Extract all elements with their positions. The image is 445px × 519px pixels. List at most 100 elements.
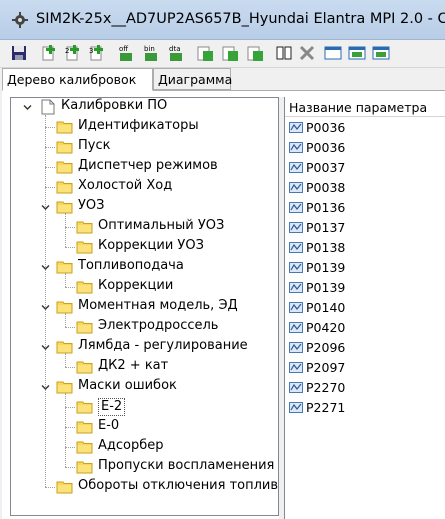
tree-node-label[interactable]: Топливоподача: [78, 258, 184, 273]
parameter-mask-icon: [289, 322, 303, 333]
parameter-mask-icon: [289, 222, 303, 233]
parameter-row[interactable]: P2271: [287, 399, 445, 417]
parameter-row[interactable]: P0037: [287, 159, 445, 177]
data-icon[interactable]: dta: [167, 44, 185, 62]
expand-toggle-8[interactable]: [40, 262, 51, 273]
title-bar: SIM2K-25x__AD7UP2AS657B_Hyundai Elantra …: [0, 0, 445, 40]
expand-toggle-10[interactable]: [40, 302, 51, 313]
calibration-tree[interactable]: Калибровки ПО Идентификаторы Пуск Диспетчер…: [10, 97, 279, 516]
expand-toggle-root[interactable]: [22, 102, 33, 113]
expand-toggle-14[interactable]: [40, 382, 51, 393]
parameter-row[interactable]: P0137: [287, 219, 445, 237]
toolbar-bin-label: bin: [144, 45, 155, 53]
green-copy-1-icon[interactable]: [196, 44, 214, 62]
parameter-mask-icon: [289, 182, 303, 193]
close-gray-icon[interactable]: [298, 44, 316, 62]
parameter-row[interactable]: P0140: [287, 299, 445, 317]
tree-node-label[interactable]: УОЗ: [78, 198, 105, 213]
tab-diagram[interactable]: Диаграмма: [153, 68, 232, 90]
tree-node-label[interactable]: Холостой Ход: [78, 178, 172, 193]
tree-node-label[interactable]: Обороты отключения топлива: [78, 478, 278, 493]
tree-node-label[interactable]: Электродроссель: [98, 318, 218, 333]
folder-icon: [76, 441, 93, 454]
folder-icon: [56, 161, 73, 174]
tree-node-label[interactable]: Диспетчер режимов: [78, 158, 218, 173]
binary-icon[interactable]: bin: [142, 44, 160, 62]
parameter-name: P0138: [306, 240, 346, 255]
tree-connector: [65, 407, 75, 408]
offset-icon[interactable]: off: [117, 44, 135, 62]
green-copy-2-icon[interactable]: [221, 44, 239, 62]
add-green-icon[interactable]: [40, 44, 58, 62]
tree-connector: [65, 327, 75, 328]
tree-node-label[interactable]: Оптимальный УОЗ: [98, 218, 224, 233]
tree-connector: [65, 393, 66, 467]
parameter-mask-icon: [289, 362, 303, 373]
folder-icon: [56, 301, 73, 314]
tree-connector: [65, 227, 75, 228]
tree-connector: [45, 115, 46, 487]
parameter-name: P2096: [306, 340, 346, 355]
tree-node-label[interactable]: Пропуски воспламенения: [98, 458, 274, 473]
compare-icon[interactable]: [275, 44, 293, 62]
add-green-2-icon[interactable]: 2: [64, 44, 82, 62]
toolbar-off-label: off: [119, 45, 128, 53]
parameter-row[interactable]: P0139: [287, 279, 445, 297]
tree-connector: [65, 313, 66, 327]
green-copy-3-icon[interactable]: [246, 44, 264, 62]
parameter-row[interactable]: P0138: [287, 239, 445, 257]
tree-node-label[interactable]: Адсорбер: [98, 438, 164, 453]
parameter-mask-icon: [289, 402, 303, 413]
parameter-mask-icon: [289, 262, 303, 273]
tree-node-root-label[interactable]: Калибровки ПО: [61, 98, 167, 113]
parameter-row[interactable]: P0036: [287, 139, 445, 157]
tree-node-label[interactable]: E-0: [98, 418, 119, 433]
parameter-row[interactable]: P0136: [287, 199, 445, 217]
parameter-name: P0037: [306, 160, 346, 175]
parameter-name: P0139: [306, 280, 346, 295]
tab-calibration-tree[interactable]: Дерево калибровок: [2, 68, 153, 91]
add-green-3-icon[interactable]: 3: [88, 44, 106, 62]
tree-node-label[interactable]: Коррекции УОЗ: [98, 238, 204, 253]
column-header-parameter-name[interactable]: Название параметра: [285, 97, 445, 117]
parameter-row[interactable]: P0038: [287, 179, 445, 197]
tree-connector: [45, 487, 55, 488]
tree-node-label[interactable]: ДК2 + кат: [98, 358, 168, 373]
tree-node-label[interactable]: Коррекции: [98, 278, 173, 293]
tree-connector: [65, 467, 75, 468]
window-2-icon[interactable]: [348, 44, 366, 62]
parameter-name: P2097: [306, 360, 346, 375]
window-3-icon[interactable]: [372, 44, 390, 62]
parameter-row[interactable]: P2096: [287, 339, 445, 357]
tree-connector: [65, 447, 75, 448]
toolbar-number-label: 2: [65, 47, 69, 55]
tree-node-label[interactable]: Моментная модель, ЭД: [78, 298, 238, 313]
parameter-name: P0038: [306, 180, 346, 195]
folder-icon: [76, 401, 93, 414]
folder-icon: [56, 141, 73, 154]
tree-connector: [65, 353, 66, 367]
tree-node-label[interactable]: Пуск: [78, 138, 110, 153]
tree-connector: [65, 427, 75, 428]
window-1-icon[interactable]: [324, 44, 342, 62]
parameter-mask-icon: [289, 282, 303, 293]
tree-node-label[interactable]: Идентификаторы: [78, 118, 199, 133]
parameter-name: P0036: [306, 120, 346, 135]
toolbar-number-label: 3: [89, 47, 93, 55]
expand-toggle-5[interactable]: [40, 202, 51, 213]
parameter-row[interactable]: P2097: [287, 359, 445, 377]
folder-icon: [56, 381, 73, 394]
document-icon: [41, 99, 55, 115]
tree-node-label[interactable]: Лямбда - регулирование: [78, 338, 248, 353]
parameter-row[interactable]: P0139: [287, 259, 445, 277]
tree-node-label[interactable]: Маски ошибок: [78, 378, 177, 393]
parameter-row[interactable]: P0036: [287, 119, 445, 137]
folder-icon: [56, 261, 73, 274]
parameter-row[interactable]: P0420: [287, 319, 445, 337]
expand-toggle-12[interactable]: [40, 342, 51, 353]
parameter-mask-icon: [289, 202, 303, 213]
save-icon[interactable]: [10, 44, 28, 62]
toolbar: 2 3 off bin dta: [0, 40, 445, 68]
parameter-row[interactable]: P2270: [287, 379, 445, 397]
tree-node-label-selected[interactable]: E-2: [98, 398, 126, 416]
